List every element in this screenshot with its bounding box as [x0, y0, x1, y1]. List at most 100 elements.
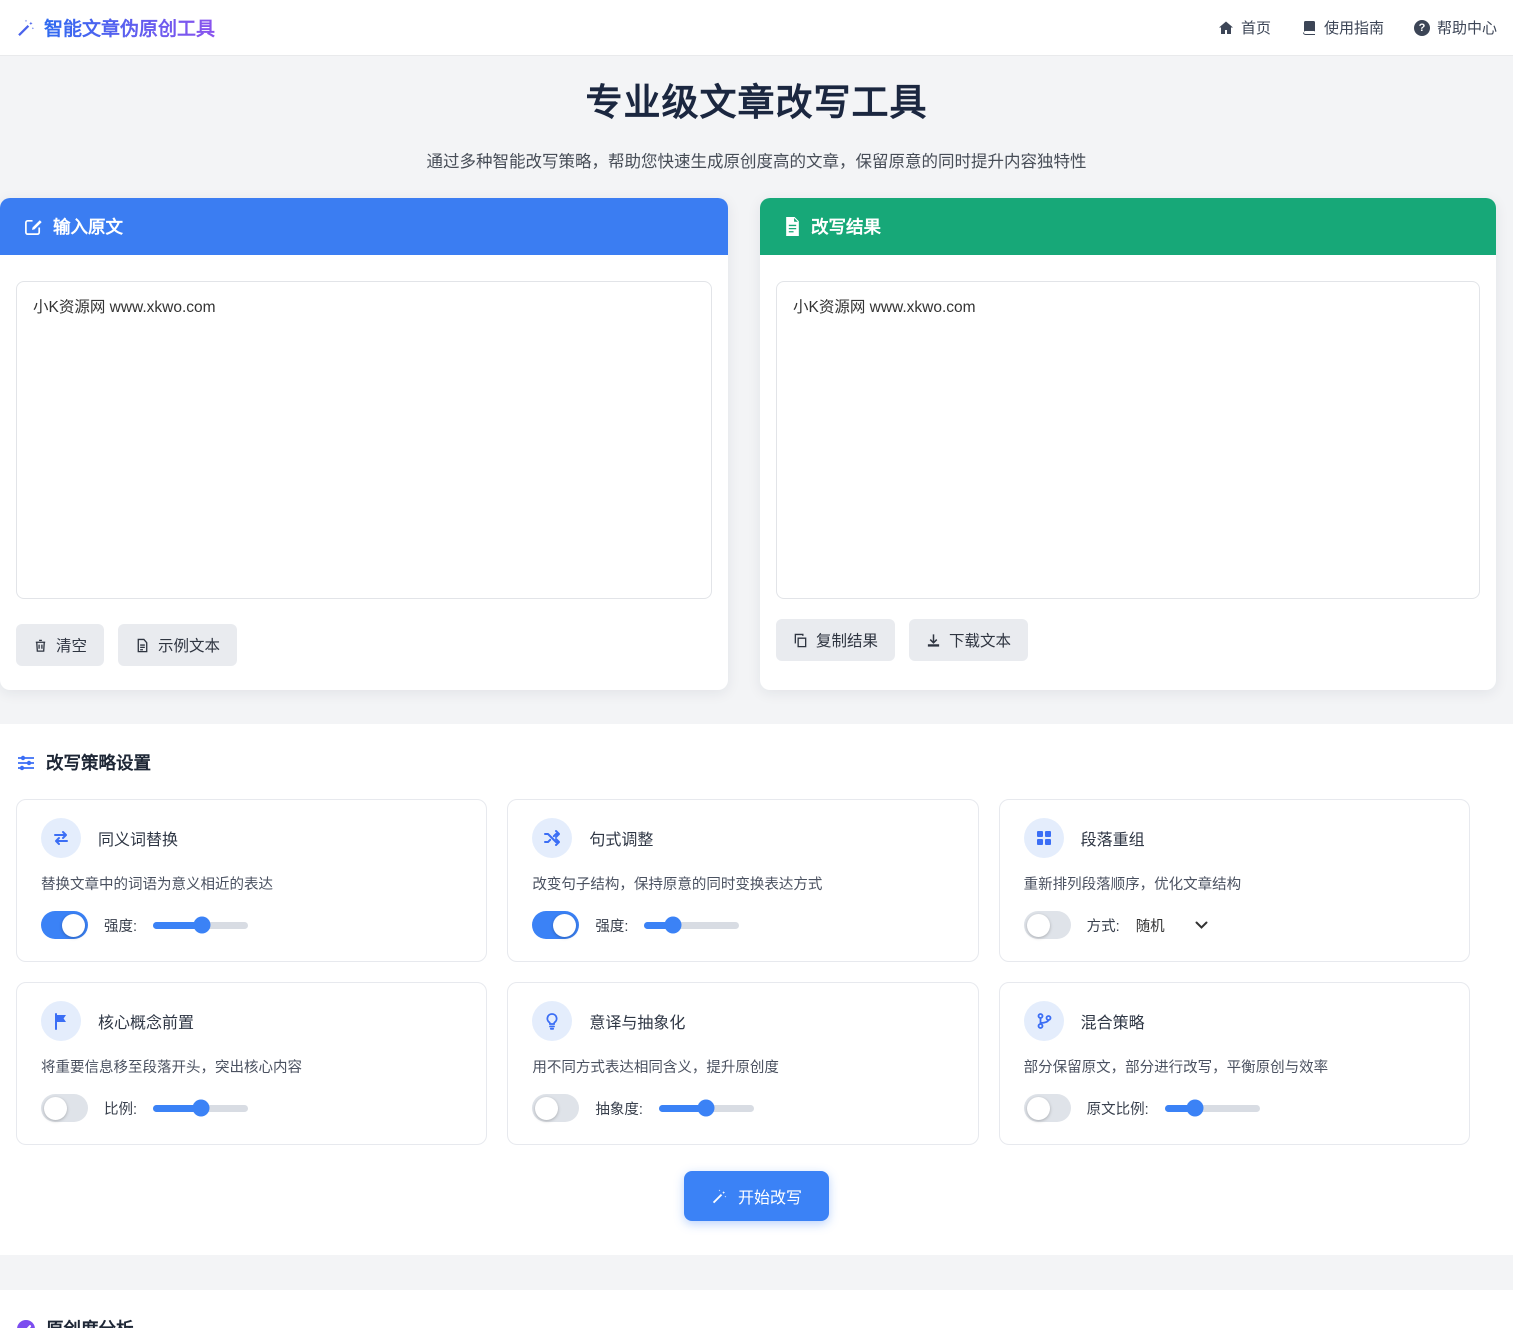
control-label: 原文比例:: [1087, 1098, 1149, 1119]
input-panel-body: 清空 示例文本: [0, 255, 728, 690]
chevron-down-icon: [1195, 921, 1208, 930]
input-panel-buttons: 清空 示例文本: [16, 624, 712, 666]
abstraction-slider[interactable]: [659, 1105, 754, 1112]
page-title: 专业级文章改写工具: [0, 72, 1513, 126]
strategy-card-paragraph: 段落重组 重新排列段落顺序，优化文章结构 方式: 随机: [999, 799, 1470, 962]
file-text-icon: [135, 638, 150, 653]
magic-wand-icon: [16, 18, 36, 38]
strategy-card-sentence: 句式调整 改变句子结构，保持原意的同时变换表达方式 强度:: [507, 799, 978, 962]
copy-icon: [793, 633, 808, 648]
card-title: 句式调整: [589, 826, 653, 850]
hero: 专业级文章改写工具 通过多种智能改写策略，帮助您快速生成原创度高的文章，保留原意…: [0, 56, 1513, 198]
sample-text-button[interactable]: 示例文本: [118, 624, 237, 666]
question-circle-icon: ?: [1414, 20, 1430, 36]
card-desc: 部分保留原文，部分进行改写，平衡原创与效率: [1024, 1056, 1445, 1077]
strategy-card-paraphrase: 意译与抽象化 用不同方式表达相同含义，提升原创度 抽象度:: [507, 982, 978, 1145]
synonym-toggle[interactable]: [41, 911, 88, 939]
download-text-button-label: 下载文本: [949, 629, 1011, 651]
strategy-section: 改写策略设置 同义词替换 替换文章中的词语为意义相近的表达 强度:: [0, 724, 1513, 1255]
original-ratio-slider[interactable]: [1165, 1105, 1260, 1112]
analysis-section-header: 原创度分析: [16, 1316, 1497, 1328]
editor-panels: 输入原文 清空 示例文本: [0, 198, 1496, 690]
input-panel-header: 输入原文: [0, 198, 728, 255]
shuffle-icon: [532, 818, 572, 858]
concept-toggle[interactable]: [41, 1094, 88, 1122]
strategy-card-concept: 核心概念前置 将重要信息移至段落开头，突出核心内容 比例:: [16, 982, 487, 1145]
copy-result-button[interactable]: 复制结果: [776, 619, 895, 661]
sample-text-button-label: 示例文本: [158, 634, 220, 656]
card-title: 同义词替换: [98, 826, 178, 850]
start-rewrite-button-label: 开始改写: [738, 1184, 802, 1208]
nav-link-guide[interactable]: 使用指南: [1301, 17, 1384, 38]
paragraph-toggle[interactable]: [1024, 911, 1071, 939]
card-title: 段落重组: [1081, 826, 1145, 850]
nav-link-label: 帮助中心: [1437, 17, 1497, 38]
nav-link-label: 使用指南: [1324, 17, 1384, 38]
control-label: 抽象度:: [595, 1098, 643, 1119]
download-text-button[interactable]: 下载文本: [909, 619, 1028, 661]
check-circle-icon: [16, 1319, 36, 1328]
result-panel-buttons: 复制结果 下载文本: [776, 619, 1480, 661]
card-desc: 重新排列段落顺序，优化文章结构: [1024, 873, 1445, 894]
analysis-section: 原创度分析 69% 预估原创度 8 总字数 66BCF8051O686M 修改比…: [0, 1290, 1513, 1328]
card-title: 意译与抽象化: [589, 1009, 685, 1033]
strategy-section-header: 改写策略设置: [16, 750, 1497, 775]
clear-button[interactable]: 清空: [16, 624, 104, 666]
hybrid-toggle[interactable]: [1024, 1094, 1071, 1122]
branch-icon: [1024, 1001, 1064, 1041]
magic-wand-icon: [711, 1188, 728, 1205]
card-desc: 将重要信息移至段落开头，突出核心内容: [41, 1056, 462, 1077]
sentence-strength-slider[interactable]: [644, 922, 739, 929]
clear-button-label: 清空: [56, 634, 87, 656]
strategy-section-title: 改写策略设置: [46, 750, 151, 775]
nav-link-home[interactable]: 首页: [1218, 17, 1271, 38]
result-panel: 改写结果 小K资源网 www.xkwo.com 复制结果 下载文本: [760, 198, 1496, 690]
copy-result-button-label: 复制结果: [816, 629, 878, 651]
paragraph-mode-select[interactable]: 随机: [1136, 915, 1208, 936]
control-label: 强度:: [595, 915, 628, 936]
paraphrase-toggle[interactable]: [532, 1094, 579, 1122]
edit-icon: [24, 217, 43, 236]
sliders-icon: [16, 753, 36, 773]
grid-icon: [1024, 818, 1064, 858]
trash-icon: [33, 638, 48, 653]
result-panel-header: 改写结果: [760, 198, 1496, 255]
sentence-toggle[interactable]: [532, 911, 579, 939]
card-title: 混合策略: [1081, 1009, 1145, 1033]
control-label: 比例:: [104, 1098, 137, 1119]
control-label: 方式:: [1087, 915, 1120, 936]
result-panel-title: 改写结果: [811, 214, 881, 239]
input-panel-title: 输入原文: [53, 214, 123, 239]
lightbulb-icon: [532, 1001, 572, 1041]
page-subtitle: 通过多种智能改写策略，帮助您快速生成原创度高的文章，保留原意的同时提升内容独特性: [0, 148, 1513, 172]
strategy-cards: 同义词替换 替换文章中的词语为意义相近的表达 强度: 句式调整 改变句子结构，保…: [16, 799, 1470, 1145]
concept-ratio-slider[interactable]: [153, 1105, 248, 1112]
result-textbox[interactable]: 小K资源网 www.xkwo.com: [776, 281, 1480, 599]
card-desc: 用不同方式表达相同含义，提升原创度: [532, 1056, 953, 1077]
document-icon: [784, 217, 801, 236]
home-icon: [1218, 20, 1234, 36]
exchange-arrows-icon: [41, 818, 81, 858]
source-textarea[interactable]: [16, 281, 712, 599]
nav-link-label: 首页: [1241, 17, 1271, 38]
control-label: 强度:: [104, 915, 137, 936]
download-icon: [926, 633, 941, 648]
card-desc: 改变句子结构，保持原意的同时变换表达方式: [532, 873, 953, 894]
select-value: 随机: [1136, 915, 1165, 936]
start-rewrite-button[interactable]: 开始改写: [684, 1171, 829, 1221]
app-title: 智能文章伪原创工具: [44, 14, 215, 41]
strategy-card-hybrid: 混合策略 部分保留原文，部分进行改写，平衡原创与效率 原文比例:: [999, 982, 1470, 1145]
flag-icon: [41, 1001, 81, 1041]
nav-links: 首页 使用指南 ? 帮助中心: [1218, 17, 1497, 38]
result-panel-body: 小K资源网 www.xkwo.com 复制结果 下载文本: [760, 255, 1496, 685]
nav-link-help[interactable]: ? 帮助中心: [1414, 17, 1497, 38]
card-desc: 替换文章中的词语为意义相近的表达: [41, 873, 462, 894]
analysis-section-title: 原创度分析: [46, 1316, 134, 1328]
navbar: 智能文章伪原创工具 首页 使用指南 ? 帮助中心: [0, 0, 1513, 56]
input-panel: 输入原文 清空 示例文本: [0, 198, 728, 690]
strategy-card-synonym: 同义词替换 替换文章中的词语为意义相近的表达 强度:: [16, 799, 487, 962]
book-icon: [1301, 20, 1317, 36]
app-logo[interactable]: 智能文章伪原创工具: [16, 14, 215, 41]
synonym-strength-slider[interactable]: [153, 922, 248, 929]
card-title: 核心概念前置: [98, 1009, 194, 1033]
